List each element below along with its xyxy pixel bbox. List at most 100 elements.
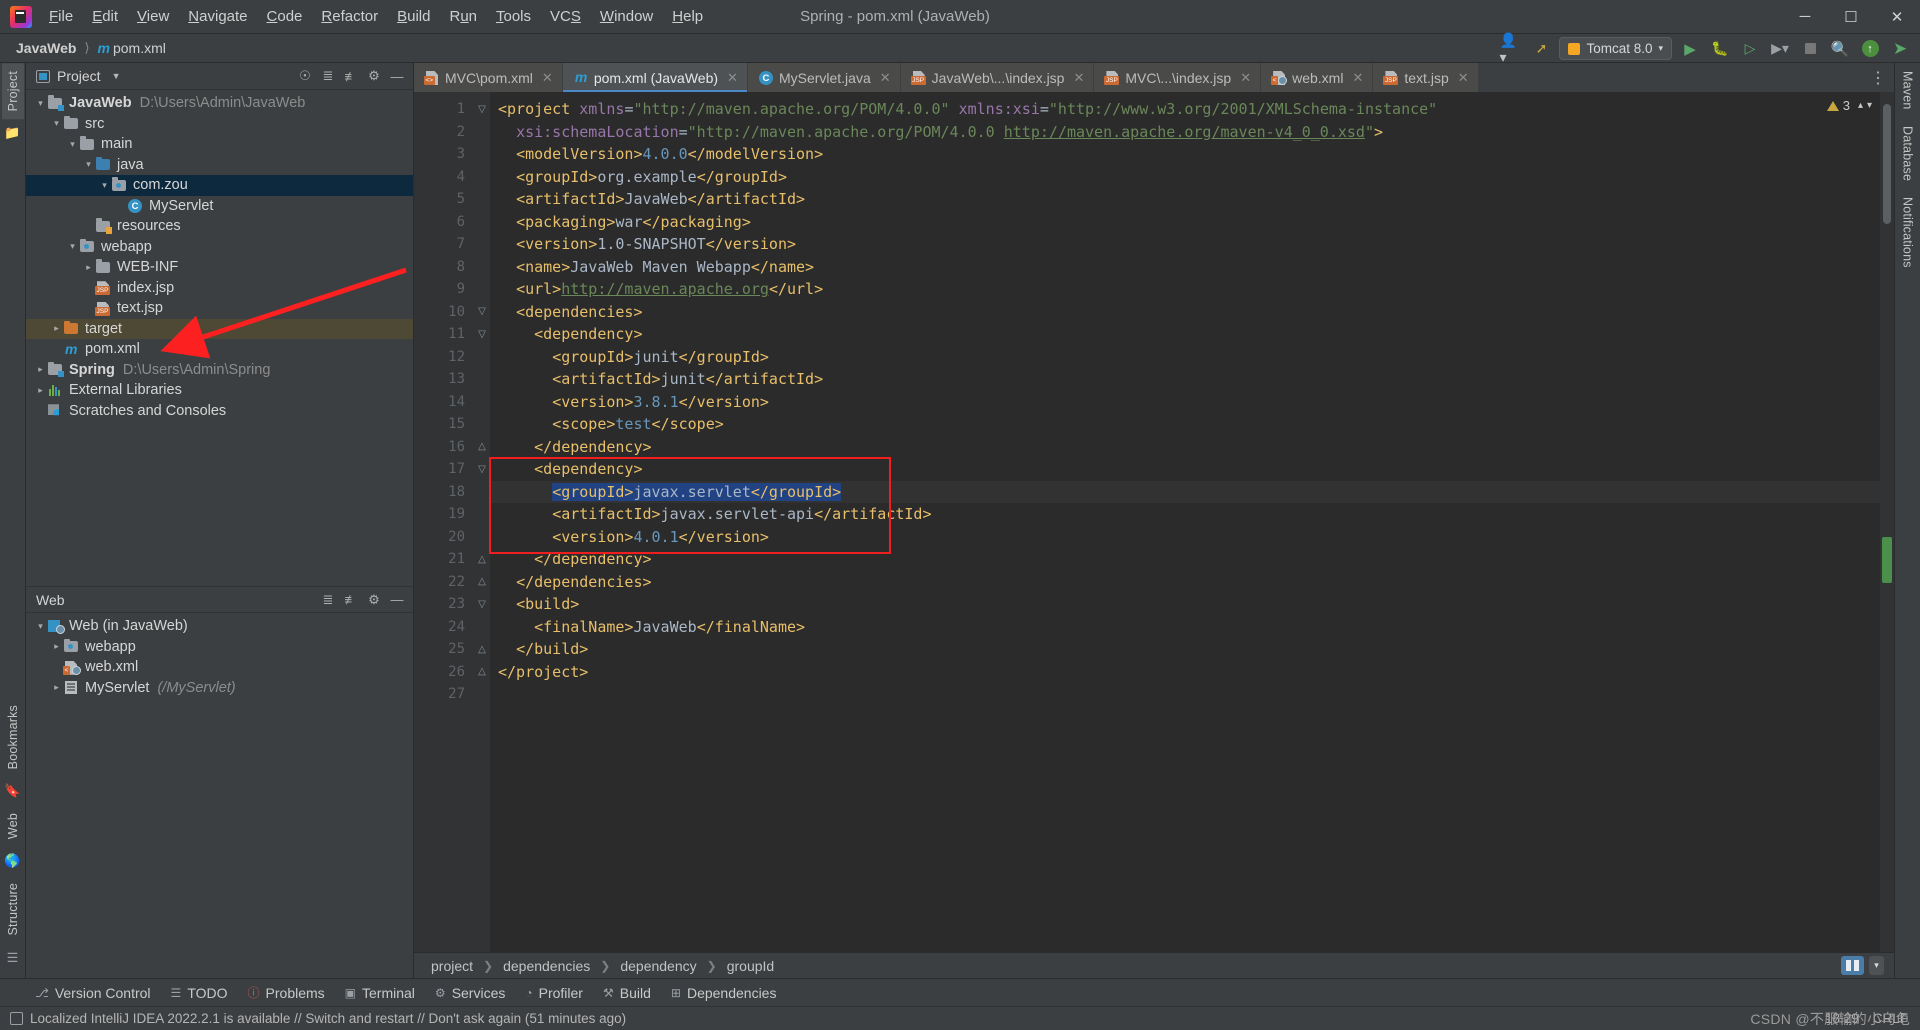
menu-navigate[interactable]: Navigate bbox=[179, 4, 256, 29]
locate-icon[interactable]: ☉ bbox=[295, 66, 315, 86]
code-line[interactable]: </build> bbox=[490, 638, 1880, 661]
tree-row[interactable]: ▾ java bbox=[26, 155, 413, 176]
code-line[interactable]: <groupId>javax.servlet</groupId> bbox=[490, 480, 1880, 503]
chevron-down-icon[interactable]: ▾ bbox=[66, 241, 79, 252]
chevron-down-icon[interactable]: ▾ bbox=[66, 139, 79, 150]
close-icon[interactable]: ✕ bbox=[1352, 70, 1363, 86]
chevron-right-icon[interactable]: ▸ bbox=[34, 385, 47, 396]
chevron-up-icon[interactable]: ▴ bbox=[1858, 100, 1863, 111]
code-folding-gutter[interactable]: ▽ ▽ ▽ △ ▽ △ △ ▽ △ △ bbox=[474, 92, 490, 952]
more-run-options-button[interactable]: ▶▾ bbox=[1768, 37, 1792, 60]
tree-row[interactable]: m pom.xml bbox=[26, 339, 413, 360]
menu-view[interactable]: View bbox=[128, 4, 178, 29]
editor-scrollbar[interactable] bbox=[1880, 92, 1894, 952]
menu-code[interactable]: Code bbox=[258, 4, 312, 29]
web-icon[interactable]: 🌎 bbox=[4, 853, 20, 869]
tree-row[interactable]: ▸ target bbox=[26, 318, 413, 339]
hide-panel-icon[interactable]: — bbox=[387, 66, 407, 86]
menu-edit[interactable]: Edit bbox=[83, 4, 127, 29]
project-tree[interactable]: ▾ JavaWeb D:\Users\Admin\JavaWeb ▾ src ▾ main ▾… bbox=[26, 90, 413, 586]
menu-file[interactable]: File bbox=[40, 4, 82, 29]
editor-tab[interactable]: JSP text.jsp ✕ bbox=[1373, 63, 1479, 92]
chevron-right-icon[interactable]: ▸ bbox=[34, 364, 47, 375]
code-line[interactable]: <name>JavaWeb Maven Webapp</name> bbox=[490, 256, 1880, 279]
chevron-right-icon[interactable]: ▸ bbox=[50, 641, 63, 652]
chevron-down-icon[interactable]: ▾ bbox=[34, 98, 47, 109]
stop-button[interactable] bbox=[1798, 37, 1822, 60]
editor-breadcrumb-item[interactable]: dependencies bbox=[500, 957, 593, 975]
close-icon[interactable]: ✕ bbox=[880, 70, 891, 86]
folder-icon[interactable]: 📁 bbox=[4, 125, 20, 141]
code-fold-toggle-icon[interactable]: ▽ bbox=[474, 323, 490, 346]
tool-tab-bookmarks[interactable]: Bookmarks bbox=[2, 697, 24, 777]
tool-tab-web[interactable]: Web bbox=[2, 805, 24, 847]
close-icon[interactable]: ✕ bbox=[542, 70, 553, 86]
close-icon[interactable]: ✕ bbox=[727, 70, 738, 86]
close-icon[interactable]: ✕ bbox=[1458, 70, 1469, 86]
editor-tab[interactable]: <> MVC\pom.xml ✕ bbox=[414, 63, 563, 92]
code-line[interactable]: <artifactId>JavaWeb</artifactId> bbox=[490, 188, 1880, 211]
tool-tab-database[interactable]: Database bbox=[1897, 118, 1919, 189]
editor-tabs-overflow[interactable]: ⋮ bbox=[1862, 63, 1894, 92]
tree-row[interactable]: ▾ webapp bbox=[26, 237, 413, 258]
chevron-down-icon[interactable]: ▾ bbox=[98, 180, 111, 191]
code-fold-toggle-icon[interactable]: △ bbox=[474, 571, 490, 594]
ide-run-icon[interactable]: ➤ bbox=[1888, 37, 1912, 60]
code-line[interactable]: <dependency> bbox=[490, 458, 1880, 481]
tree-row[interactable]: ▸ WEB-INF bbox=[26, 257, 413, 278]
chevron-down-icon[interactable]: ▾ bbox=[50, 118, 63, 129]
code-fold-toggle-icon[interactable]: △ bbox=[474, 548, 490, 571]
code-content[interactable]: <project xmlns="http://maven.apache.org/… bbox=[490, 92, 1880, 952]
code-line[interactable]: <artifactId>junit</artifactId> bbox=[490, 368, 1880, 391]
code-line[interactable] bbox=[490, 683, 1880, 706]
code-line[interactable]: <packaging>war</packaging> bbox=[490, 211, 1880, 234]
tool-window-button[interactable]: ⎇ Version Control bbox=[26, 982, 160, 1004]
tool-window-button[interactable]: ◔ Profiler bbox=[516, 982, 592, 1004]
editor-tab[interactable]: m pom.xml (JavaWeb) ✕ bbox=[562, 63, 748, 92]
code-line[interactable]: <modelVersion>4.0.0</modelVersion> bbox=[490, 143, 1880, 166]
menu-refactor[interactable]: Refactor bbox=[312, 4, 387, 29]
bookmark-icon[interactable]: 🔖 bbox=[4, 783, 20, 799]
debug-button[interactable]: 🐛 bbox=[1708, 37, 1732, 60]
code-line[interactable]: <dependency> bbox=[490, 323, 1880, 346]
tool-tab-notifications[interactable]: Notifications bbox=[1897, 189, 1919, 276]
user-avatar-icon[interactable]: 👤▾ bbox=[1499, 32, 1523, 65]
code-line[interactable]: <version>3.8.1</version> bbox=[490, 391, 1880, 414]
chevron-down-icon[interactable]: ▾ bbox=[1867, 100, 1872, 111]
chevron-down-icon[interactable]: ▾ bbox=[82, 159, 95, 170]
inspection-status[interactable]: 3 ▴ ▾ bbox=[1826, 98, 1872, 113]
chevron-right-icon[interactable]: ▸ bbox=[50, 682, 63, 693]
breadcrumb-item-file[interactable]: m pom.xml bbox=[94, 39, 170, 57]
code-line[interactable]: <build> bbox=[490, 593, 1880, 616]
tool-tab-project[interactable]: Project bbox=[1, 63, 24, 120]
hide-panel-icon[interactable]: — bbox=[387, 590, 407, 610]
editor-layout-icon[interactable] bbox=[1841, 956, 1864, 975]
breadcrumb-item-project[interactable]: JavaWeb bbox=[12, 39, 80, 57]
tree-row[interactable]: < web.xml bbox=[26, 657, 413, 678]
minimize-button[interactable]: ─ bbox=[1782, 0, 1828, 34]
close-button[interactable]: ✕ bbox=[1874, 0, 1920, 34]
chevron-down-icon[interactable]: ▼ bbox=[112, 71, 121, 81]
code-fold-toggle-icon[interactable]: ▽ bbox=[474, 458, 490, 481]
menu-vcs[interactable]: VCS bbox=[541, 4, 590, 29]
tree-row[interactable]: ▸ Spring D:\Users\Admin\Spring bbox=[26, 360, 413, 381]
code-line[interactable]: <version>4.0.1</version> bbox=[490, 526, 1880, 549]
code-line[interactable]: <scope>test</scope> bbox=[490, 413, 1880, 436]
event-log-icon[interactable] bbox=[10, 1012, 23, 1025]
editor-tab[interactable]: C MyServlet.java ✕ bbox=[747, 63, 901, 92]
tree-row[interactable]: ▸ webapp bbox=[26, 637, 413, 658]
code-line[interactable]: <version>1.0-SNAPSHOT</version> bbox=[490, 233, 1880, 256]
tree-row[interactable]: ▾ JavaWeb D:\Users\Admin\JavaWeb bbox=[26, 93, 413, 114]
run-configuration-selector[interactable]: Tomcat 8.0 ▾ bbox=[1559, 37, 1672, 60]
maximize-button[interactable]: ☐ bbox=[1828, 0, 1874, 34]
close-icon[interactable]: ✕ bbox=[1073, 70, 1084, 86]
settings-gear-icon[interactable]: ⚙ bbox=[364, 66, 384, 86]
scrollbar-thumb[interactable] bbox=[1883, 104, 1891, 224]
tool-window-button[interactable]: ⓘ Problems bbox=[239, 981, 334, 1004]
tool-window-button[interactable]: ⊞ Dependencies bbox=[662, 982, 786, 1004]
update-available-icon[interactable]: ↑ bbox=[1858, 37, 1882, 60]
code-line[interactable]: xsi:schemaLocation="http://maven.apache.… bbox=[490, 121, 1880, 144]
code-line[interactable]: <project xmlns="http://maven.apache.org/… bbox=[490, 98, 1880, 121]
menu-build[interactable]: Build bbox=[388, 4, 439, 29]
code-line[interactable]: <groupId>junit</groupId> bbox=[490, 346, 1880, 369]
